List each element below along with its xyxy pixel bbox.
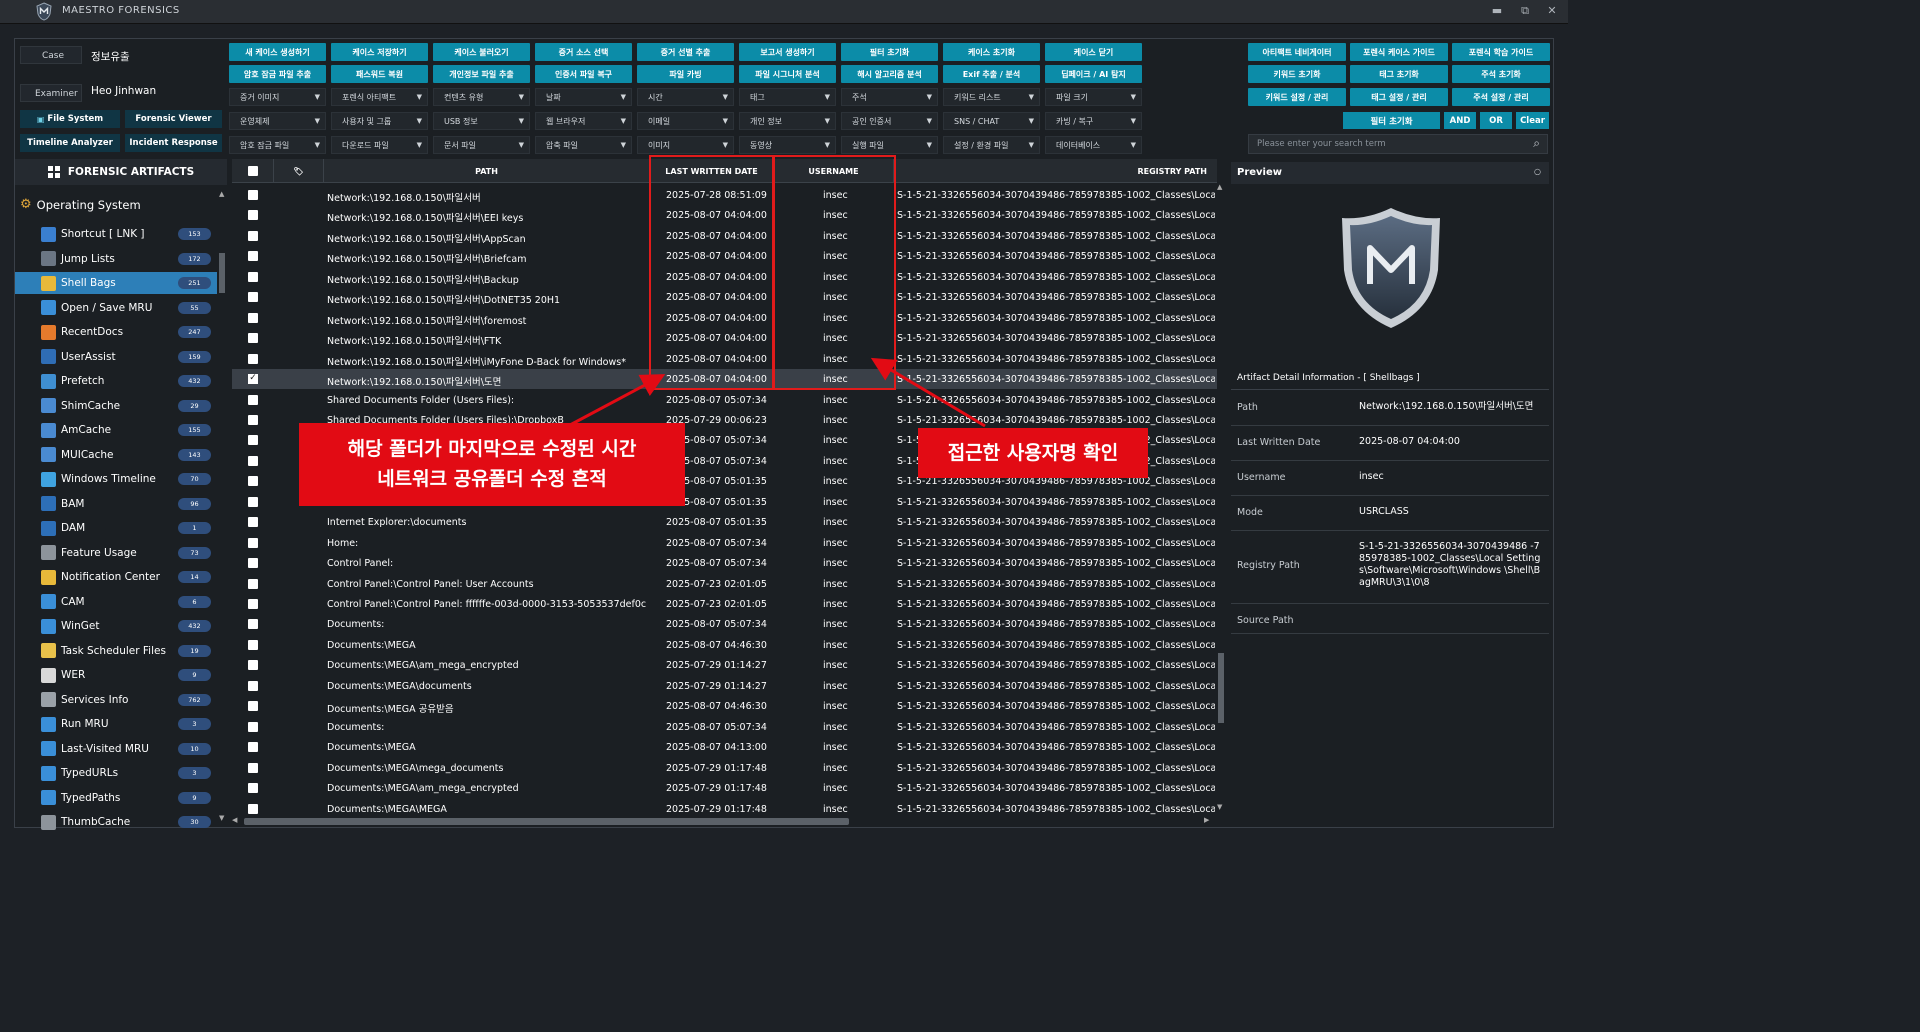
callout-username: 접근한 사용자명 확인 [918,428,1148,478]
callout-last-modified: 해당 폴더가 마지막으로 수정된 시간 네트워크 공유폴더 수정 흔적 [299,423,685,506]
arrow-to-date [569,374,666,427]
annotation-arrows [569,357,986,428]
arrow-to-username [870,357,986,428]
